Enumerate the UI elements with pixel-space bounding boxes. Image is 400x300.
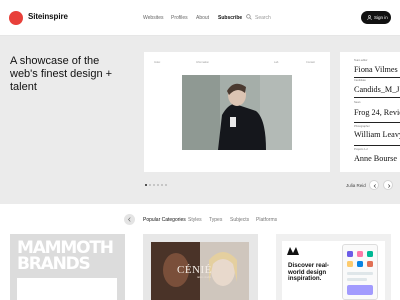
tab-styles[interactable]: Styles — [188, 217, 202, 223]
next-site-preview[interactable]: Team editor Fiona Vilmes Candidate Candi… — [340, 52, 400, 172]
side-entry-label: Photographer — [354, 125, 370, 128]
divider — [354, 122, 400, 123]
search-placeholder: Search — [255, 15, 271, 21]
brand-name[interactable]: Siteinspire — [28, 12, 68, 21]
side-entry-name: Candids_M_J — [354, 85, 400, 94]
slide-dot[interactable] — [145, 184, 147, 186]
side-entry-label: Candidate — [354, 79, 366, 82]
site-card[interactable]: CÉNIÉ tattoo studio — [143, 234, 258, 300]
slide-indicator[interactable] — [145, 184, 175, 188]
card-artwork: CÉNIÉ tattoo studio — [151, 242, 249, 300]
featured-photo — [182, 75, 292, 150]
card-artwork: Discover real-world design inspiration. — [282, 241, 385, 300]
categories-toggle[interactable] — [124, 214, 135, 225]
logo-icon — [287, 247, 299, 255]
search-field[interactable]: Search — [246, 13, 306, 23]
slide-dot[interactable] — [157, 184, 159, 186]
nav-about[interactable]: About — [196, 15, 209, 21]
tab-popular-categories[interactable]: Popular Categories — [143, 217, 186, 223]
nav-subscribe[interactable]: Subscribe — [218, 15, 242, 21]
side-entry-name: Fiona Vilmes — [354, 65, 398, 74]
card-headline: BRANDS — [17, 254, 91, 274]
sign-in-button[interactable]: Sign in — [361, 11, 391, 24]
hero-tagline: A showcase of the web's finest design + … — [10, 55, 113, 93]
preview-nav-contact: Contact — [306, 61, 315, 64]
user-icon — [367, 15, 372, 20]
preview-nav-index: Index — [154, 61, 161, 64]
tab-types[interactable]: Types — [209, 217, 222, 223]
site-card[interactable]: MAMMOTH BRANDS — [10, 234, 125, 300]
directory-section: Popular Categories Styles Types Subjects… — [0, 204, 400, 300]
nav-profiles[interactable]: Profiles — [171, 15, 188, 21]
search-icon — [246, 14, 252, 20]
preview-nav-information: Information — [196, 61, 209, 64]
slide-dot[interactable] — [165, 184, 167, 186]
divider — [354, 97, 400, 98]
card-artwork — [17, 278, 117, 300]
tab-subjects[interactable]: Subjects — [230, 217, 249, 223]
sign-in-label: Sign in — [374, 15, 388, 20]
chevron-left-icon — [373, 184, 376, 188]
card-subtitle: tattoo studio — [197, 276, 212, 279]
side-entry-name: Frog 24, Review — [354, 108, 400, 117]
preview-nav-lab: Lab — [274, 61, 279, 64]
tab-platforms[interactable]: Platforms — [256, 217, 277, 223]
phone-mockup — [342, 244, 378, 300]
divider — [354, 77, 400, 78]
side-entry-label: Team editor — [354, 59, 368, 62]
logo-icon[interactable] — [9, 11, 23, 25]
side-entry-label: Projects 1-2 — [354, 148, 368, 151]
chevron-right-icon — [388, 184, 391, 188]
divider — [354, 145, 400, 146]
card-headline: Discover real-world design inspiration. — [288, 262, 329, 283]
slide-dot[interactable] — [153, 184, 155, 186]
side-entry-label: News — [354, 101, 361, 104]
chevron-left-icon — [128, 217, 131, 222]
prev-slide-button[interactable] — [369, 180, 379, 190]
next-slide-button[interactable] — [383, 180, 393, 190]
nav-websites[interactable]: Websites — [143, 15, 163, 21]
card-title: CÉNIÉ — [177, 264, 212, 276]
site-credit[interactable]: Julia Reid — [346, 183, 366, 188]
slide-dot[interactable] — [161, 184, 163, 186]
featured-site-preview[interactable]: Index Information Lab Contact — [144, 52, 330, 172]
side-entry-name: Anne Bourse — [354, 154, 397, 163]
top-bar: Siteinspire Websites Profiles About Subs… — [0, 0, 400, 36]
side-entry-name: William Leavy — [354, 130, 400, 139]
site-card[interactable]: Discover real-world design inspiration. — [276, 234, 391, 300]
slide-dot[interactable] — [149, 184, 151, 186]
